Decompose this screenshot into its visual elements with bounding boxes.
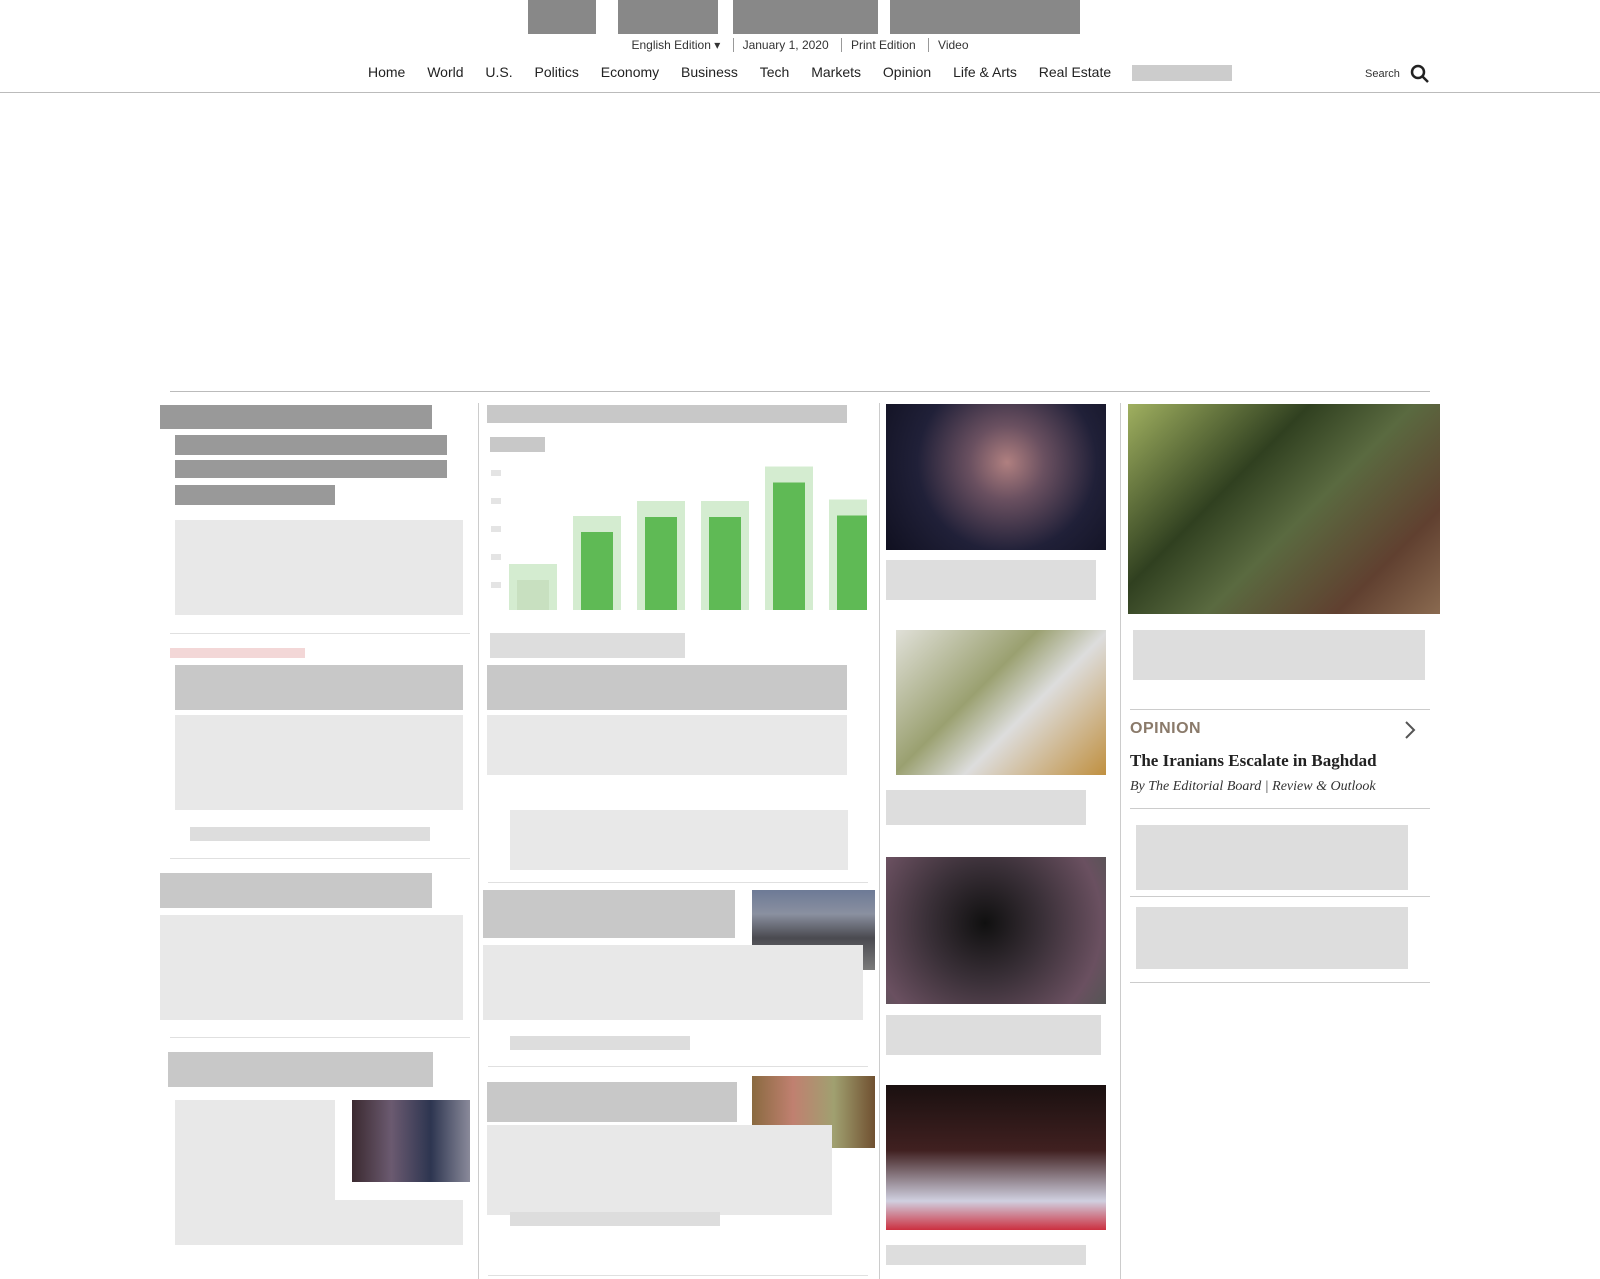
bar: [837, 515, 867, 610]
divider: [1130, 709, 1430, 710]
opinion-story[interactable]: [1136, 825, 1408, 890]
nav-home[interactable]: Home: [368, 64, 405, 80]
opinion-section: OPINION The Iranians Escalate in Baghdad…: [1130, 720, 1430, 795]
column-divider: [478, 403, 479, 1279]
nav-real-estate[interactable]: Real Estate: [1039, 64, 1111, 80]
opinion-byline: By The Editorial Board | Review & Outloo…: [1130, 779, 1376, 794]
divider: [1130, 896, 1430, 897]
nav-politics[interactable]: Politics: [535, 64, 579, 80]
y-tick: [491, 526, 501, 532]
feature-caption[interactable]: [1133, 630, 1425, 680]
search-label: Search: [1365, 68, 1400, 80]
header-divider: [0, 92, 1600, 93]
story-image[interactable]: [896, 630, 1106, 775]
masthead-logo[interactable]: [528, 0, 1082, 34]
nav-blurred-item[interactable]: [1132, 65, 1233, 82]
story-caption[interactable]: [886, 1015, 1101, 1055]
opinion-story[interactable]: [1136, 907, 1408, 969]
divider: [488, 1275, 868, 1276]
bar: [773, 482, 805, 610]
y-tick: [491, 554, 501, 560]
nav-economy[interactable]: Economy: [601, 64, 659, 80]
search-icon: [1410, 64, 1429, 83]
column-divider: [879, 403, 880, 1279]
y-tick: [491, 498, 501, 504]
edition-selector[interactable]: English Edition ▾: [622, 38, 729, 52]
bar: [517, 580, 549, 610]
opinion-headline[interactable]: The Iranians Escalate in Baghdad: [1130, 751, 1430, 771]
story-image[interactable]: [886, 404, 1106, 550]
nav-life-arts[interactable]: Life & Arts: [953, 64, 1017, 80]
y-tick: [491, 582, 501, 588]
divider: [170, 858, 470, 859]
column-divider: [1120, 403, 1121, 1279]
edition-bar: English Edition ▾ January 1, 2020 Print …: [0, 38, 1600, 52]
story-thumbnail-image[interactable]: [352, 1100, 470, 1182]
nav-markets[interactable]: Markets: [811, 64, 861, 80]
nav-business[interactable]: Business: [681, 64, 738, 80]
divider: [1130, 808, 1430, 809]
bar: [645, 517, 677, 610]
story-image[interactable]: [886, 1085, 1106, 1230]
nav-opinion[interactable]: Opinion: [883, 64, 931, 80]
bar-chart: [491, 466, 867, 610]
date-label: January 1, 2020: [732, 38, 838, 52]
feature-image[interactable]: [1128, 404, 1440, 614]
story-caption[interactable]: [886, 1245, 1086, 1265]
print-edition-link[interactable]: Print Edition: [840, 38, 925, 52]
bar: [581, 532, 613, 610]
divider: [170, 633, 470, 634]
divider: [488, 1066, 868, 1067]
search-button[interactable]: Search: [1365, 64, 1430, 84]
y-tick: [491, 470, 501, 476]
chevron-right-icon[interactable]: [1404, 720, 1416, 745]
video-link[interactable]: Video: [928, 38, 977, 52]
story-caption[interactable]: [886, 790, 1086, 825]
main-nav: Home World U.S. Politics Economy Busines…: [0, 64, 1600, 82]
bar: [709, 517, 741, 610]
opinion-label[interactable]: OPINION: [1130, 720, 1430, 738]
divider: [488, 882, 868, 883]
divider: [1130, 982, 1430, 983]
nav-world[interactable]: World: [427, 64, 463, 80]
divider: [170, 1037, 470, 1038]
nav-us[interactable]: U.S.: [485, 64, 512, 80]
story-caption[interactable]: [886, 560, 1096, 600]
content-top-divider: [170, 391, 1430, 392]
story-image[interactable]: [886, 857, 1106, 1004]
nav-tech[interactable]: Tech: [760, 64, 790, 80]
